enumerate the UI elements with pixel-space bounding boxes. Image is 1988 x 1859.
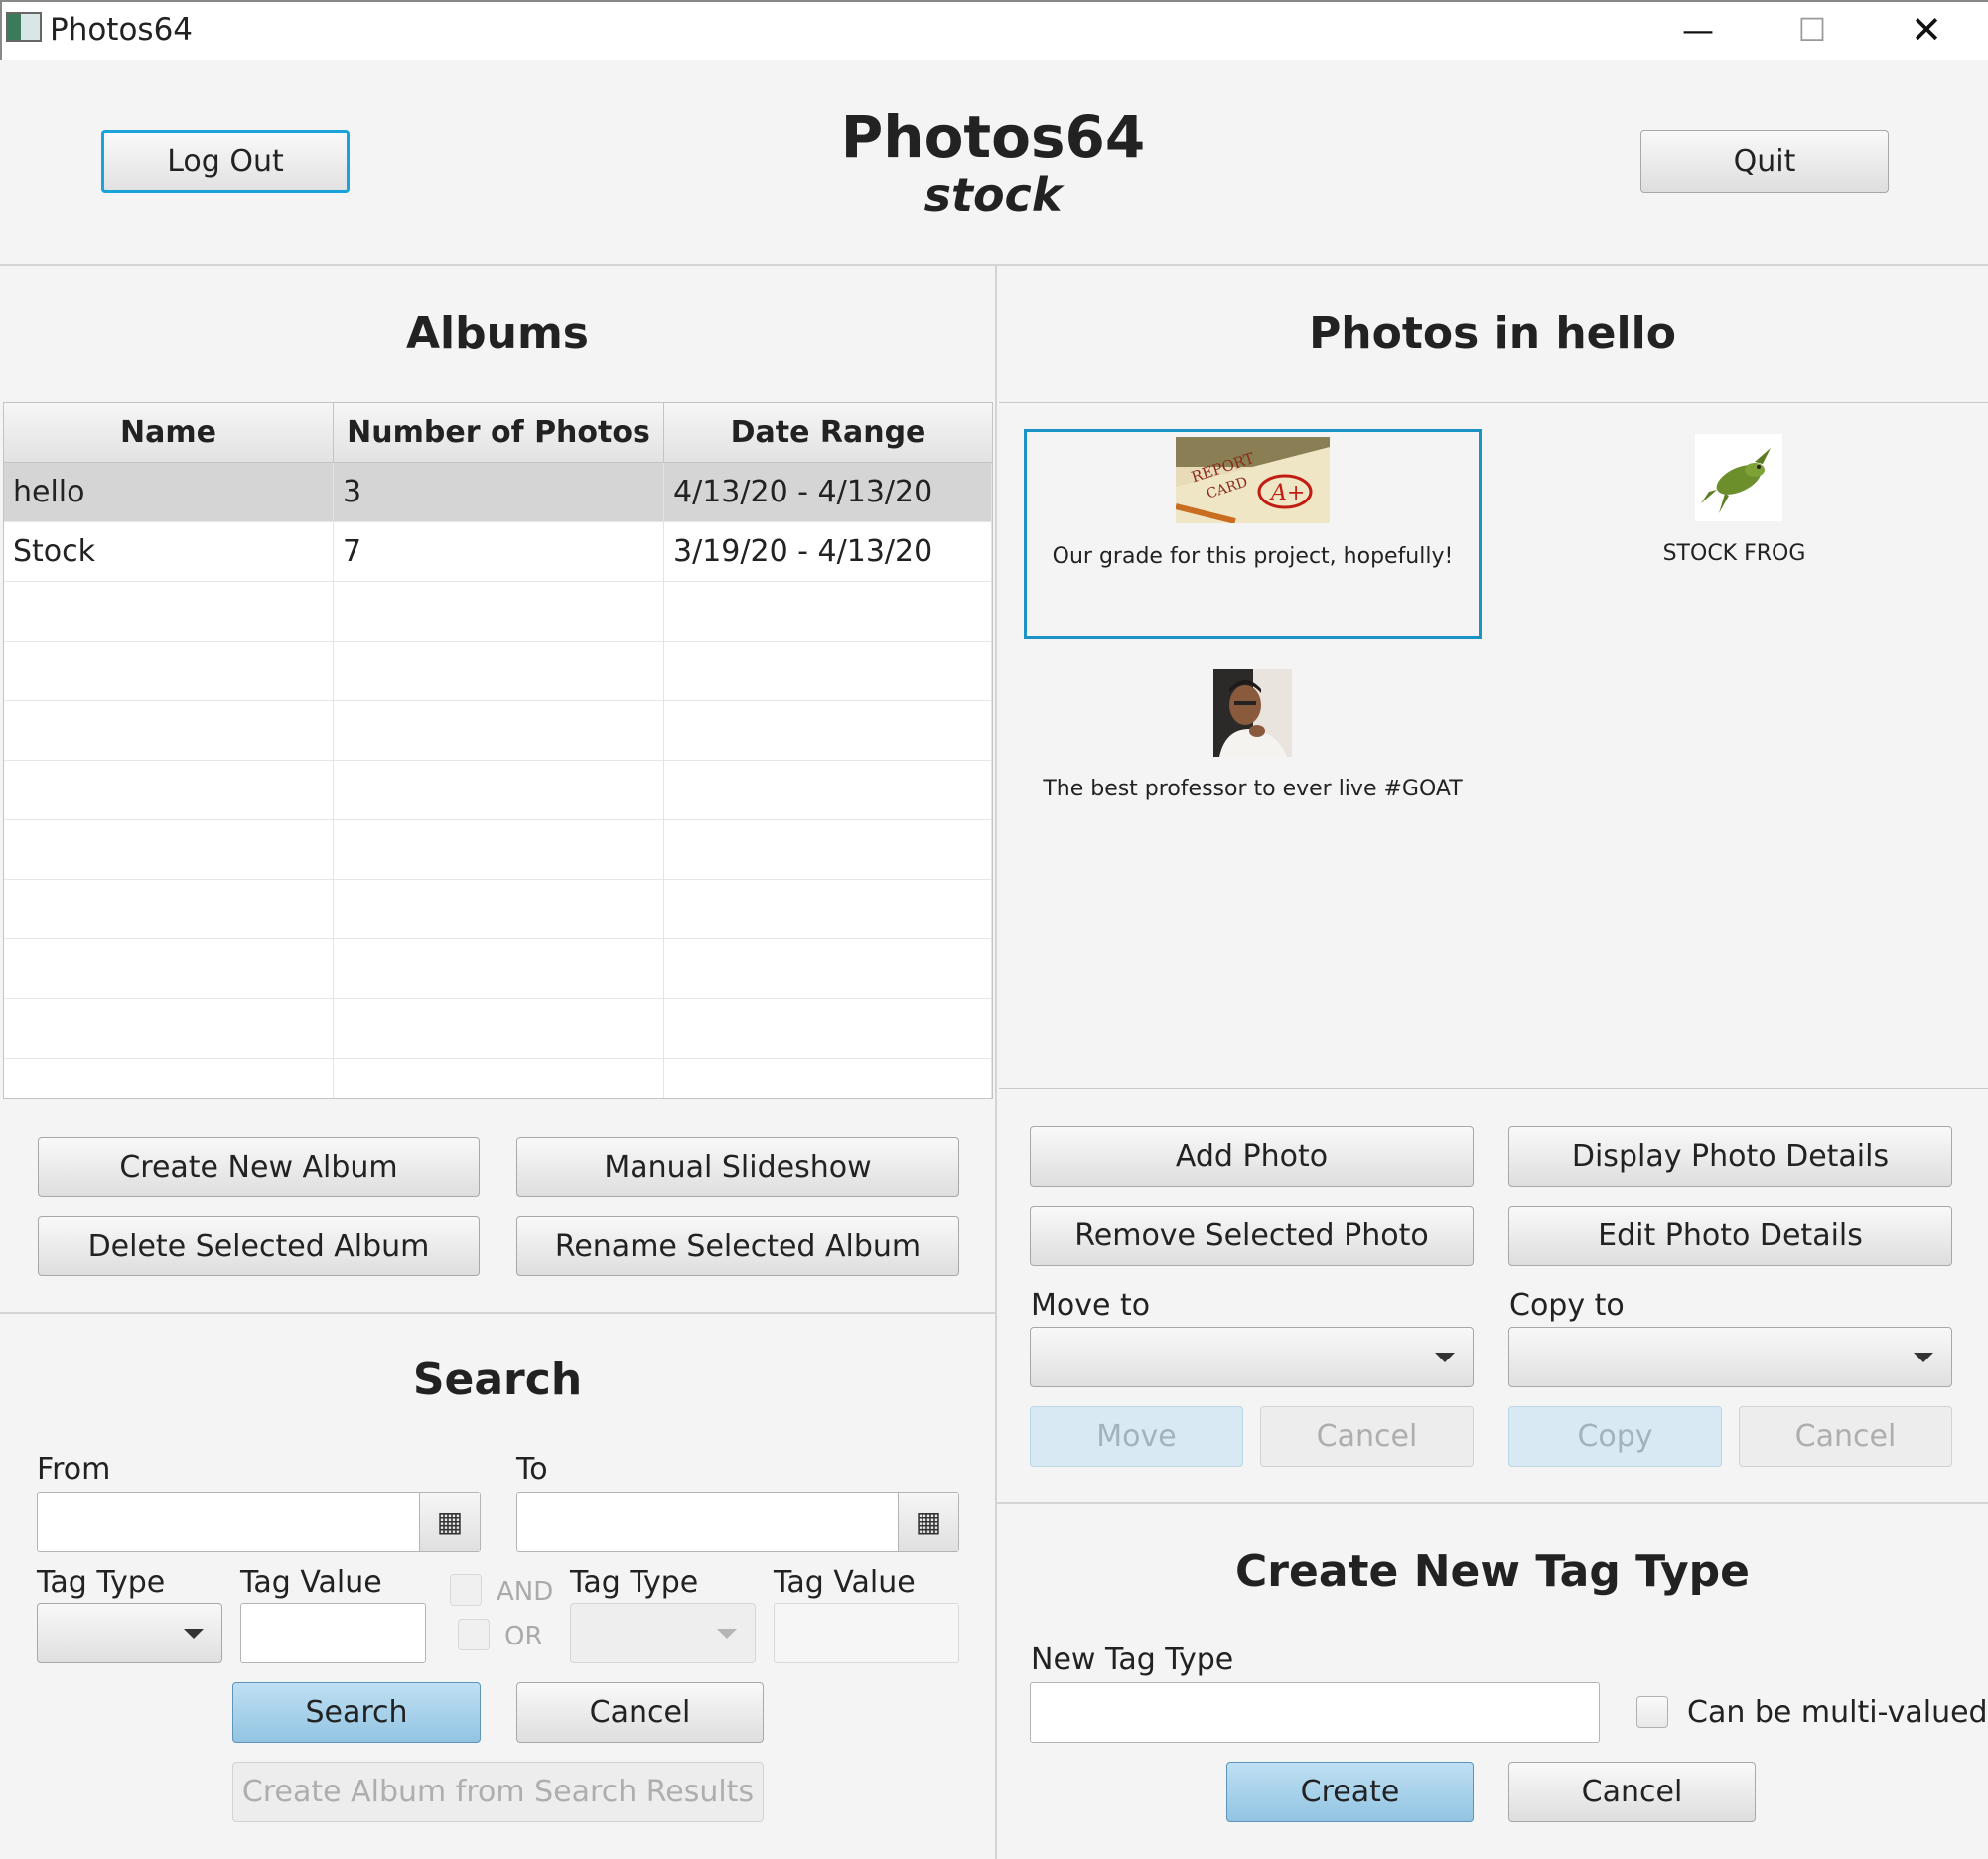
albums-table: Name Number of Photos Date Range hello 3…: [3, 402, 993, 1099]
copy-cancel-button[interactable]: Cancel: [1739, 1406, 1952, 1467]
tag-divider: [997, 1502, 1988, 1504]
multi-valued-checkbox[interactable]: [1636, 1696, 1668, 1728]
tag-type-label: Tag Type: [37, 1565, 166, 1600]
edit-details-button[interactable]: Edit Photo Details: [1508, 1206, 1952, 1266]
copy-button[interactable]: Copy: [1508, 1406, 1722, 1467]
album-name-cell: Stock: [4, 522, 334, 582]
photo-tile[interactable]: The best professor to ever live #GOAT: [1024, 664, 1482, 874]
manual-slideshow-button[interactable]: Manual Slideshow: [516, 1137, 959, 1197]
create-album-button[interactable]: Create New Album: [38, 1137, 480, 1197]
chevron-down-icon: [717, 1629, 737, 1639]
empty-row: [4, 701, 992, 761]
album-name-cell: hello: [4, 463, 334, 522]
search-divider: [0, 1312, 995, 1314]
column-header-count[interactable]: Number of Photos: [334, 403, 664, 463]
empty-row: [4, 820, 992, 880]
create-album-from-results-button[interactable]: Create Album from Search Results: [232, 1762, 764, 1822]
maximize-icon[interactable]: ☐: [1782, 8, 1842, 52]
empty-row: [4, 1059, 992, 1098]
to-date-field[interactable]: ▦: [516, 1492, 959, 1552]
photo-tile[interactable]: REPORT CARD A+ Our grade for this projec…: [1024, 429, 1482, 639]
move-button[interactable]: Move: [1030, 1406, 1243, 1467]
and-checkbox[interactable]: [450, 1574, 482, 1606]
logout-button[interactable]: Log Out: [101, 130, 350, 193]
header-divider: [0, 264, 1988, 266]
search-button[interactable]: Search: [232, 1682, 481, 1743]
create-tag-type-button[interactable]: Create: [1226, 1762, 1474, 1822]
table-row[interactable]: Stock 7 3/19/20 - 4/13/20: [4, 522, 992, 582]
photo-caption: STOCK FROG: [1662, 541, 1806, 566]
empty-row: [4, 642, 992, 701]
rename-album-button[interactable]: Rename Selected Album: [516, 1216, 959, 1276]
photo-tile[interactable]: STOCK FROG: [1505, 429, 1963, 639]
app-icon: [6, 12, 42, 42]
chevron-down-icon: [184, 1629, 204, 1639]
chevron-down-icon: [1914, 1353, 1933, 1362]
tag-value-input-2[interactable]: [774, 1603, 959, 1663]
frog-thumbnail: [1695, 434, 1782, 521]
albums-heading: Albums: [406, 308, 589, 358]
delete-album-button[interactable]: Delete Selected Album: [38, 1216, 480, 1276]
tag-type-heading: Create New Tag Type: [1234, 1546, 1750, 1597]
column-header-date-range[interactable]: Date Range: [664, 403, 992, 463]
column-header-name[interactable]: Name: [4, 403, 334, 463]
album-count-cell: 7: [334, 522, 664, 582]
table-row[interactable]: hello 3 4/13/20 - 4/13/20: [4, 463, 992, 522]
to-label: To: [516, 1452, 548, 1487]
photo-grid: REPORT CARD A+ Our grade for this projec…: [999, 402, 1988, 1089]
tag-type-cancel-button[interactable]: Cancel: [1508, 1762, 1756, 1822]
tag-type-label-2: Tag Type: [570, 1565, 699, 1600]
empty-row: [4, 761, 992, 820]
calendar-icon[interactable]: ▦: [898, 1493, 958, 1551]
multi-valued-label: Can be multi-valued: [1687, 1695, 1988, 1730]
tag-value-label-2: Tag Value: [774, 1565, 916, 1600]
search-cancel-button[interactable]: Cancel: [516, 1682, 764, 1743]
album-range-cell: 4/13/20 - 4/13/20: [664, 463, 992, 522]
tag-type-select[interactable]: [37, 1603, 222, 1663]
minimize-icon[interactable]: —: [1668, 8, 1728, 52]
display-details-button[interactable]: Display Photo Details: [1508, 1126, 1952, 1187]
quit-button[interactable]: Quit: [1640, 130, 1889, 193]
column-divider: [995, 264, 997, 1859]
remove-photo-button[interactable]: Remove Selected Photo: [1030, 1206, 1474, 1266]
add-photo-button[interactable]: Add Photo: [1030, 1126, 1474, 1187]
empty-row: [4, 939, 992, 999]
copy-to-select[interactable]: [1508, 1327, 1952, 1387]
empty-row: [4, 582, 992, 642]
or-checkbox[interactable]: [458, 1619, 490, 1650]
or-label: OR: [504, 1622, 543, 1651]
photos-heading: Photos in hello: [1309, 308, 1676, 358]
move-to-label: Move to: [1031, 1288, 1151, 1323]
tag-value-input[interactable]: [240, 1603, 426, 1663]
album-count-cell: 3: [334, 463, 664, 522]
close-icon[interactable]: ✕: [1897, 8, 1956, 52]
report-card-thumbnail: REPORT CARD A+: [1175, 437, 1330, 524]
calendar-icon[interactable]: ▦: [419, 1493, 480, 1551]
svg-text:A+: A+: [1269, 481, 1305, 505]
empty-row: [4, 880, 992, 939]
photo-caption: Our grade for this project, hopefully!: [1052, 544, 1454, 569]
and-label: AND: [497, 1577, 554, 1607]
new-tag-type-input[interactable]: [1030, 1682, 1600, 1743]
album-range-cell: 3/19/20 - 4/13/20: [664, 522, 992, 582]
from-label: From: [37, 1452, 111, 1487]
from-date-field[interactable]: ▦: [37, 1492, 481, 1552]
search-heading: Search: [412, 1355, 583, 1405]
move-cancel-button[interactable]: Cancel: [1260, 1406, 1474, 1467]
chevron-down-icon: [1435, 1353, 1455, 1362]
username-heading: stock: [923, 168, 1063, 221]
photo-caption: The best professor to ever live #GOAT: [1043, 777, 1463, 801]
empty-row: [4, 999, 992, 1059]
app-heading: Photos64: [840, 103, 1146, 171]
window-title: Photos64: [50, 12, 194, 48]
professor-thumbnail: [1213, 669, 1292, 757]
tag-value-label: Tag Value: [240, 1565, 382, 1600]
copy-to-label: Copy to: [1509, 1288, 1625, 1323]
new-tag-type-label: New Tag Type: [1031, 1643, 1234, 1677]
tag-type-select-2[interactable]: [570, 1603, 756, 1663]
move-to-select[interactable]: [1030, 1327, 1474, 1387]
